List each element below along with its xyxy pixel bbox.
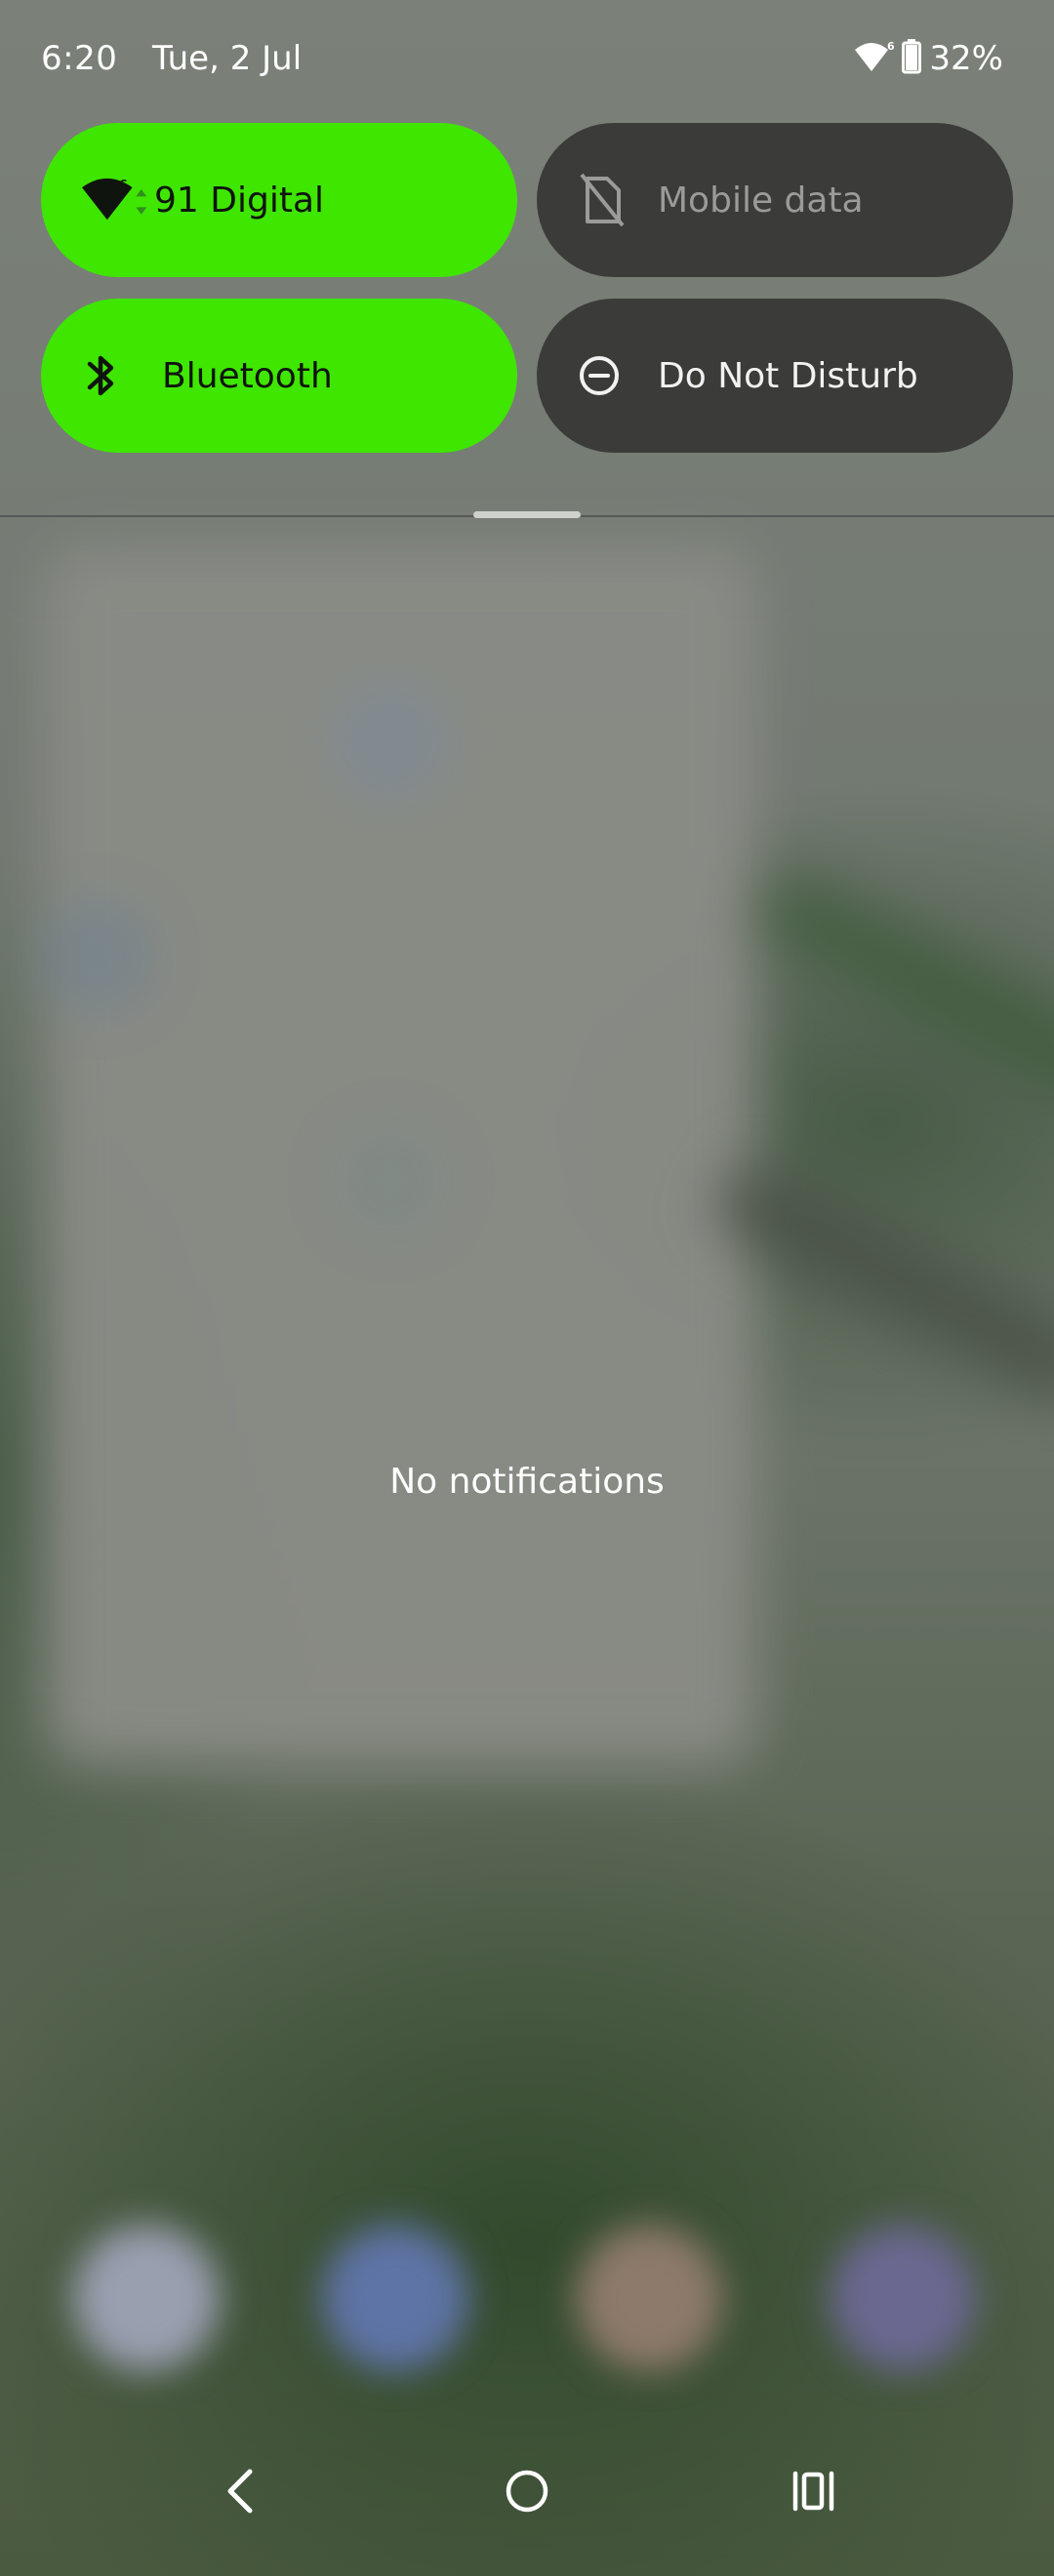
status-bar: 6:20 Tue, 2 Jul 6 32% (0, 0, 1054, 117)
status-date: Tue, 2 Jul (152, 39, 303, 78)
navigation-bar (0, 2430, 1054, 2576)
no-notifications-text: No notifications (389, 1462, 665, 1502)
blurred-branch (750, 864, 1054, 1117)
battery-percent: 32% (929, 39, 1003, 78)
do-not-disturb-icon (578, 342, 646, 410)
blurred-app-icon (39, 898, 156, 1015)
recents-icon (790, 2470, 837, 2516)
qs-tile-do-not-disturb[interactable]: Do Not Disturb (537, 299, 1013, 453)
qs-tile-bluetooth-label: Bluetooth (162, 355, 333, 396)
blurred-dock-icon (576, 2225, 722, 2371)
home-button[interactable] (459, 2430, 595, 2556)
qs-tile-wifi-label: 91 Digital (154, 180, 325, 221)
wifi-6-icon: 6 (82, 166, 150, 234)
qs-tile-do-not-disturb-label: Do Not Disturb (658, 355, 918, 396)
qs-tile-mobile-data-label: Mobile data (658, 180, 864, 221)
blurred-dock-icon (73, 2225, 220, 2371)
status-icons: 6 32% (855, 39, 1003, 78)
blurred-app-icon (332, 683, 449, 800)
shade-drag-handle[interactable] (473, 511, 581, 518)
blurred-dock-icon (322, 2225, 468, 2371)
qs-tile-bluetooth[interactable]: Bluetooth (41, 299, 517, 453)
qs-tile-wifi[interactable]: 6 91 Digital (41, 123, 517, 277)
status-time: 6:20 (41, 39, 118, 78)
battery-icon (902, 39, 922, 78)
back-button[interactable] (172, 2430, 308, 2556)
blurred-branch (710, 1156, 1054, 1410)
blurred-dock-icon (830, 2225, 976, 2371)
svg-text:6: 6 (119, 179, 128, 193)
mobile-data-off-icon (578, 166, 646, 234)
qs-tile-mobile-data[interactable]: Mobile data (537, 123, 1013, 277)
home-circle-icon (504, 2468, 550, 2518)
back-chevron-icon (221, 2468, 260, 2518)
recents-button[interactable] (746, 2430, 882, 2556)
blurred-app-icon (332, 1122, 449, 1239)
bluetooth-icon (82, 342, 150, 410)
svg-text:6: 6 (887, 40, 894, 53)
wifi-6-icon: 6 (855, 40, 895, 77)
